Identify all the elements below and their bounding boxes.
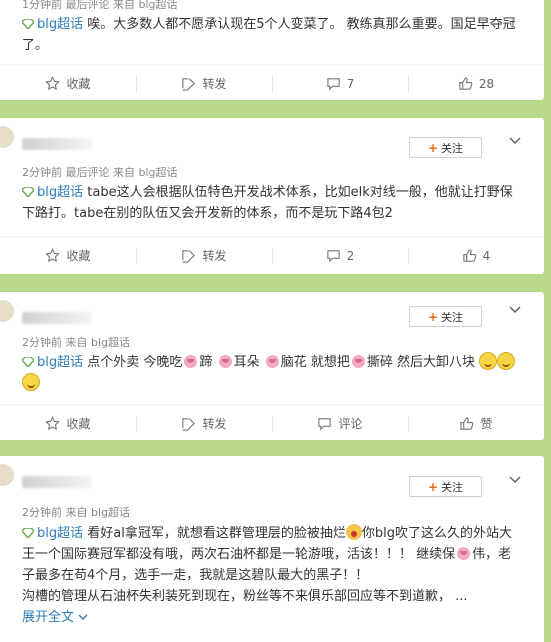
post-meta: 2分钟前 来自 blg超话 xyxy=(22,336,131,349)
pig-emoji-icon xyxy=(457,547,471,560)
chevron-down-icon[interactable] xyxy=(508,473,522,487)
favorite-button[interactable]: 收藏 xyxy=(0,237,136,275)
topic-link[interactable]: blg超话 xyxy=(22,355,83,370)
thumbs-up-icon xyxy=(460,417,474,430)
post-text: blg超话 看好al拿冠军，就想看这群管理层的脸被抽烂 你blg吹了这么久的外站大… xyxy=(22,524,512,625)
smile-emoji-icon xyxy=(497,352,516,370)
topic-link[interactable]: blg超话 xyxy=(22,526,83,541)
repost-icon xyxy=(182,250,196,263)
repost-button[interactable]: 转发 xyxy=(136,405,272,441)
diamond-icon xyxy=(22,19,34,29)
favorite-button[interactable]: 收藏 xyxy=(0,65,136,101)
user-name-blurred[interactable] xyxy=(22,312,92,324)
like-button[interactable]: 28 xyxy=(408,65,544,101)
post-text: blg超话 唉。大多数人都不愿承认现在5个人变菜了。 教练真那么重要。国足早夺冠… xyxy=(22,17,516,53)
avatar[interactable] xyxy=(0,300,14,322)
comment-icon xyxy=(326,78,340,91)
star-icon xyxy=(45,248,61,263)
avatar[interactable] xyxy=(0,126,14,148)
chevron-down-icon[interactable] xyxy=(508,303,522,317)
smile-emoji-icon xyxy=(22,373,40,391)
diamond-icon xyxy=(22,187,34,197)
action-bar: 收藏 转发 2 4 xyxy=(0,236,544,274)
pig-emoji-icon xyxy=(351,355,365,368)
repost-icon xyxy=(182,418,196,431)
diamond-icon xyxy=(22,528,34,538)
star-icon xyxy=(45,76,61,91)
shouting-emoji-icon xyxy=(345,524,362,540)
diamond-icon xyxy=(22,357,34,367)
thumbs-up-icon xyxy=(462,249,476,262)
smile-emoji-icon xyxy=(479,352,498,370)
topic-link[interactable]: blg超话 xyxy=(22,17,83,32)
post-card: + 关注 2分钟前 来自 blg超话 blg超话 看好al拿冠军，就想看这群管理层… xyxy=(0,456,544,642)
pig-emoji-icon xyxy=(265,355,279,368)
post-meta: 1分钟前 最后评论 来自 blg超话 xyxy=(22,0,178,11)
repost-icon xyxy=(182,78,196,91)
comment-icon xyxy=(318,418,332,431)
follow-button[interactable]: + 关注 xyxy=(409,306,482,327)
star-icon xyxy=(45,416,61,431)
comment-button[interactable]: 7 xyxy=(272,65,408,101)
pig-emoji-icon xyxy=(184,355,198,368)
follow-button[interactable]: + 关注 xyxy=(409,137,482,158)
like-button[interactable]: 赞 xyxy=(408,405,544,441)
comment-button[interactable]: 2 xyxy=(272,237,408,275)
topic-link[interactable]: blg超话 xyxy=(22,185,83,200)
repost-button[interactable]: 转发 xyxy=(136,237,272,275)
post-text: blg超话 点个外卖 今晚吃蹄 耳朵 脑花 就想把 撕碎 然后大卸八块 xyxy=(22,352,522,394)
favorite-button[interactable]: 收藏 xyxy=(0,405,136,441)
post-card: 1分钟前 最后评论 来自 blg超话 blg超话 唉。大多数人都不愿承认现在5个… xyxy=(0,0,544,100)
post-card: + 关注 2分钟前 来自 blg超话 blg超话 点个外卖 今晚吃蹄 耳朵 脑花 … xyxy=(0,292,544,440)
comment-button[interactable]: 评论 xyxy=(272,405,408,441)
post-meta: 2分钟前 最后评论 来自 blg超话 xyxy=(22,166,178,179)
action-bar: 收藏 转发 评论 赞 xyxy=(0,404,544,440)
expand-full-text-link[interactable]: 展开全文 xyxy=(22,610,88,625)
repost-button[interactable]: 转发 xyxy=(136,65,272,101)
post-text: blg超话 tabe这人会根据队伍特色开发战术体系，比如elk对线一般，他就让打… xyxy=(22,185,513,221)
action-bar: 收藏 转发 7 28 xyxy=(0,64,544,100)
post-card: + 关注 2分钟前 最后评论 来自 blg超话 blg超话 tabe这人会根据队伍… xyxy=(0,118,544,274)
avatar[interactable] xyxy=(0,464,14,486)
post-meta: 2分钟前 来自 blg超话 xyxy=(22,506,131,519)
chevron-down-icon xyxy=(78,614,88,620)
pig-emoji-icon xyxy=(218,355,232,368)
comment-icon xyxy=(326,250,340,263)
thumbs-up-icon xyxy=(459,77,473,90)
like-button[interactable]: 4 xyxy=(408,237,544,275)
chevron-down-icon[interactable] xyxy=(508,134,522,148)
user-name-blurred[interactable] xyxy=(22,138,92,150)
user-name-blurred[interactable] xyxy=(22,476,92,488)
follow-button[interactable]: + 关注 xyxy=(409,476,482,497)
